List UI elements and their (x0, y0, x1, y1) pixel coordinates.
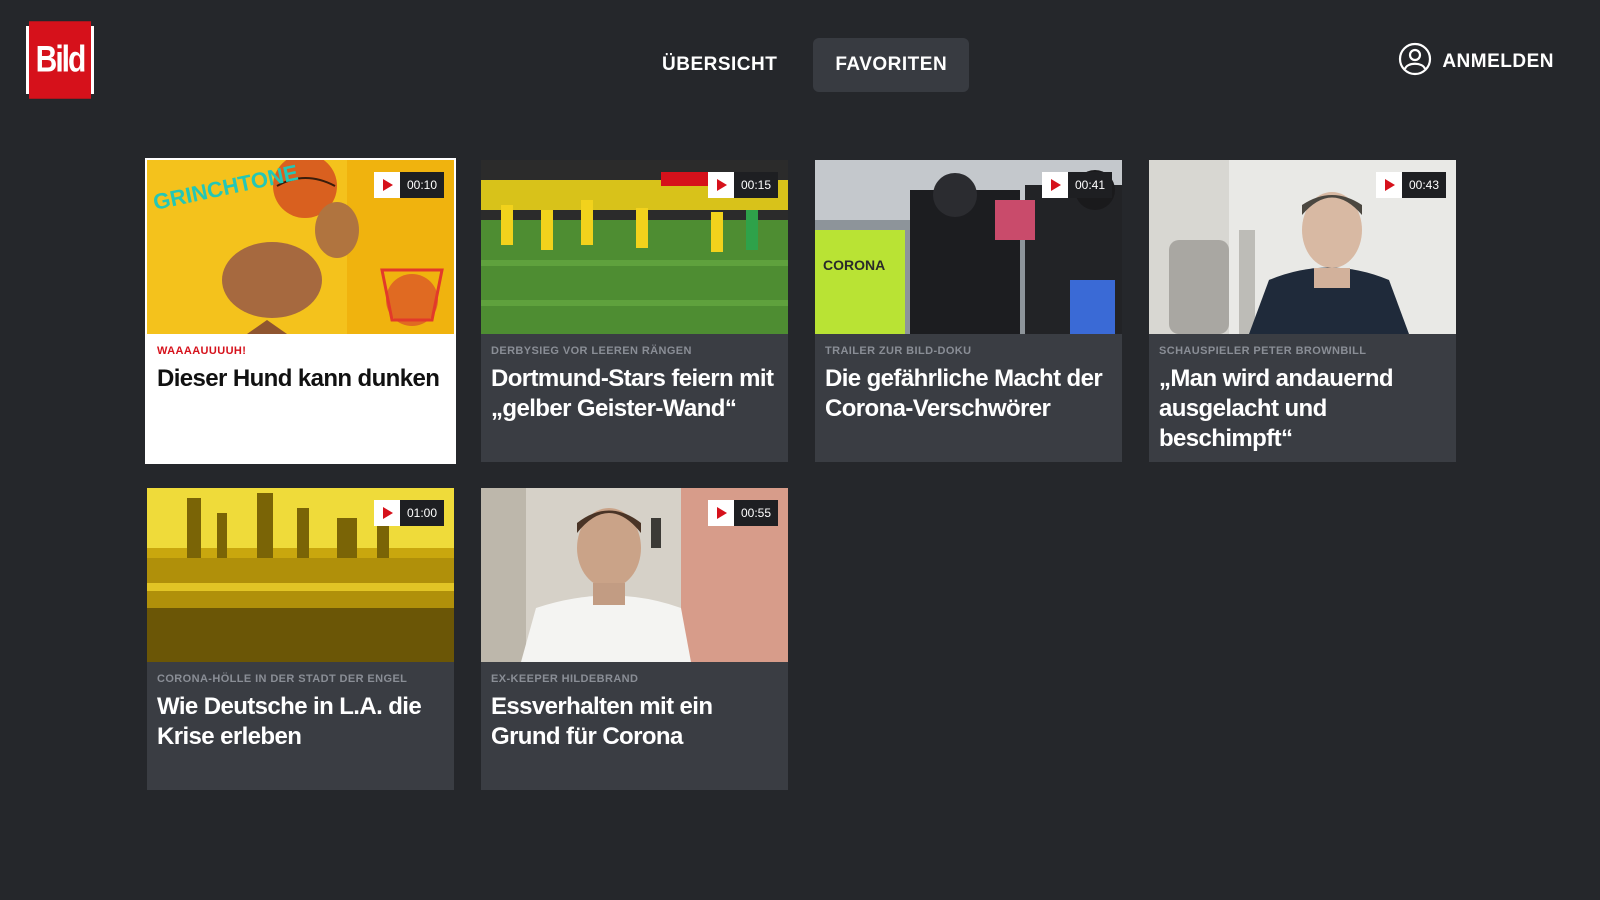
play-icon (1041, 172, 1068, 198)
card-headline: Dieser Hund kann dunken (157, 365, 440, 392)
duration-badge: 01:00 (373, 500, 444, 526)
duration-label: 00:55 (733, 500, 778, 526)
tab-uebersicht[interactable]: ÜBERSICHT (640, 38, 799, 92)
video-card-hildebrand[interactable]: 00:55 EX-KEEPER HILDEBRAND Essverhalten … (481, 488, 788, 790)
duration-label: 00:15 (733, 172, 778, 198)
video-thumbnail: CORONA 00:41 (815, 160, 1122, 334)
play-icon (707, 500, 734, 526)
bild-logo-text: Bild (29, 21, 91, 99)
duration-label: 00:41 (1067, 172, 1112, 198)
card-headline: Die gefährliche Macht der Corona-Verschw… (825, 365, 1103, 422)
video-grid: GRINCHTONE 00:10 WAAAAUUUUH! Dieser Hund… (145, 158, 1456, 790)
svg-text:CORONA: CORONA (823, 257, 885, 273)
card-headline: Wie Deutsche in L.A. die Krise erleben (157, 693, 422, 750)
card-kicker: CORONA-HÖLLE IN DER STADT DER ENGEL (157, 673, 408, 685)
play-icon (1375, 172, 1402, 198)
video-thumbnail: 00:55 (481, 488, 788, 662)
card-kicker: TRAILER ZUR BILD-DOKU (825, 345, 972, 357)
duration-badge: 00:15 (707, 172, 778, 198)
duration-badge: 00:10 (373, 172, 444, 198)
card-headline: Dortmund-Stars feiern mit „gelber Geiste… (491, 365, 774, 422)
video-thumbnail: 00:43 (1149, 160, 1456, 334)
card-kicker: DERBYSIEG VOR LEEREN RÄNGEN (491, 345, 692, 357)
login-label: ANMELDEN (1442, 51, 1554, 72)
tab-favoriten[interactable]: FAVORITEN (813, 38, 970, 92)
duration-label: 01:00 (399, 500, 444, 526)
card-headline: Essverhalten mit ein Grund für Corona (491, 693, 713, 750)
bild-logo[interactable]: Bild (26, 21, 94, 99)
main-nav: ÜBERSICHT FAVORITEN (640, 38, 970, 92)
duration-badge: 00:55 (707, 500, 778, 526)
login-button[interactable]: ANMELDEN (1398, 42, 1554, 82)
duration-badge: 00:41 (1041, 172, 1112, 198)
play-icon (707, 172, 734, 198)
video-thumbnail: 01:00 (147, 488, 454, 662)
play-icon (373, 500, 400, 526)
video-card-corona-doku[interactable]: CORONA 00:41 TRAILER ZUR BILD-DOKU Die g… (815, 160, 1122, 462)
video-thumbnail: GRINCHTONE 00:10 (147, 160, 454, 334)
card-kicker: EX-KEEPER HILDEBRAND (491, 673, 639, 685)
video-card-los-angeles[interactable]: 01:00 CORONA-HÖLLE IN DER STADT DER ENGE… (147, 488, 454, 790)
user-circle-icon (1398, 42, 1432, 82)
card-kicker: SCHAUSPIELER PETER BROWNBILL (1159, 345, 1367, 357)
duration-label: 00:10 (399, 172, 444, 198)
video-card-dog[interactable]: GRINCHTONE 00:10 WAAAAUUUUH! Dieser Hund… (145, 158, 456, 464)
video-card-brownbill[interactable]: 00:43 SCHAUSPIELER PETER BROWNBILL „Man … (1149, 160, 1456, 462)
play-icon (373, 172, 400, 198)
card-kicker: WAAAAUUUUH! (157, 345, 247, 357)
video-card-dortmund[interactable]: 00:15 DERBYSIEG VOR LEEREN RÄNGEN Dortmu… (481, 160, 788, 462)
duration-label: 00:43 (1401, 172, 1446, 198)
video-thumbnail: 00:15 (481, 160, 788, 334)
duration-badge: 00:43 (1375, 172, 1446, 198)
card-headline: „Man wird andauernd ausgelacht und besch… (1159, 365, 1394, 452)
